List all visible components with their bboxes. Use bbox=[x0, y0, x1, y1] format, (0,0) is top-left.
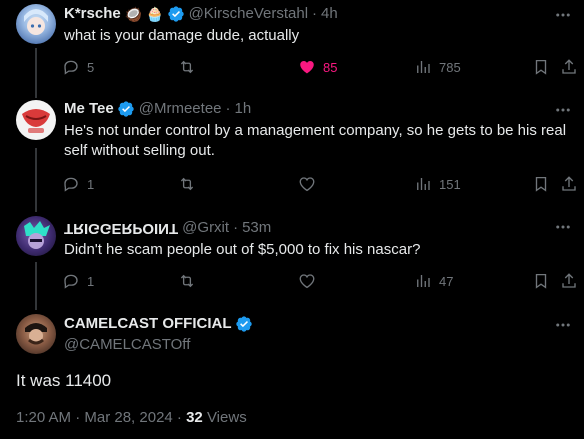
reply-count: 1 bbox=[87, 176, 95, 192]
like-button[interactable] bbox=[298, 175, 323, 193]
timestamp[interactable]: 4h bbox=[321, 4, 338, 24]
more-options-icon[interactable] bbox=[554, 218, 572, 236]
display-name[interactable]: Me Tee bbox=[64, 99, 114, 119]
verified-badge-icon bbox=[118, 101, 134, 117]
more-options-icon[interactable] bbox=[554, 6, 572, 24]
user-handle[interactable]: @KirscheVerstahl bbox=[189, 4, 308, 24]
retweet-button[interactable] bbox=[178, 272, 203, 290]
thread-line bbox=[35, 148, 37, 212]
heart-icon bbox=[299, 274, 315, 289]
bookmark-icon[interactable] bbox=[532, 58, 550, 76]
retweet-button[interactable] bbox=[178, 58, 203, 76]
display-name[interactable]: K*rsche bbox=[64, 4, 121, 24]
verified-badge-icon bbox=[167, 6, 184, 22]
display-name[interactable]: TRIGGERPOINT bbox=[64, 218, 178, 238]
reply-button[interactable]: 1 bbox=[62, 175, 94, 193]
thread-line bbox=[35, 48, 37, 98]
reply-count: 1 bbox=[87, 273, 95, 289]
share-icon[interactable] bbox=[560, 175, 578, 193]
avatar[interactable] bbox=[16, 314, 56, 354]
bookmark-icon[interactable] bbox=[532, 175, 550, 193]
retweet-icon bbox=[180, 177, 194, 191]
view-count: 32 bbox=[186, 409, 203, 426]
like-button[interactable]: 85 bbox=[298, 58, 337, 76]
like-button[interactable] bbox=[298, 272, 323, 290]
heart-filled-icon bbox=[300, 61, 314, 74]
verified-badge-icon bbox=[236, 316, 253, 332]
user-handle[interactable]: @Grxit bbox=[182, 218, 229, 238]
views-icon bbox=[417, 61, 430, 73]
avatar[interactable] bbox=[16, 100, 56, 140]
more-options-icon[interactable] bbox=[554, 101, 572, 119]
action-bar: 1 47 bbox=[62, 272, 578, 292]
heart-icon bbox=[299, 177, 315, 192]
views-icon bbox=[417, 275, 430, 287]
reply-icon bbox=[64, 177, 78, 192]
separator: · bbox=[233, 219, 239, 236]
more-options-icon[interactable] bbox=[554, 316, 572, 334]
reply-button[interactable]: 1 bbox=[62, 272, 94, 290]
views-label: Views bbox=[202, 409, 247, 426]
thread-line bbox=[35, 262, 37, 310]
reply-text: He's not under control by a management c… bbox=[64, 122, 567, 159]
retweet-icon bbox=[180, 60, 194, 74]
user-handle[interactable]: @CAMELCASTOff bbox=[64, 335, 190, 355]
reply-text: Didn't he scam people out of $5,000 to f… bbox=[64, 241, 421, 258]
views-button[interactable]: 151 bbox=[414, 175, 461, 193]
user-handle[interactable]: @Mrmeetee bbox=[139, 99, 222, 119]
timestamp[interactable]: 1h bbox=[235, 99, 252, 119]
retweet-button[interactable] bbox=[178, 175, 203, 193]
avatar[interactable] bbox=[16, 216, 56, 256]
retweet-icon bbox=[180, 274, 194, 288]
reply-text: what is your damage dude, actually bbox=[64, 27, 300, 44]
action-bar: 1 151 bbox=[62, 175, 578, 195]
action-bar: 5 85 785 bbox=[62, 58, 578, 78]
view-count: 151 bbox=[439, 176, 461, 192]
view-count: 785 bbox=[439, 59, 461, 75]
avatar[interactable] bbox=[16, 4, 56, 44]
share-icon[interactable] bbox=[560, 58, 578, 76]
post-text: It was 11400 bbox=[16, 371, 112, 390]
separator: · bbox=[225, 100, 231, 117]
reply-count: 5 bbox=[87, 59, 95, 75]
share-icon[interactable] bbox=[560, 272, 578, 290]
timestamp[interactable]: 53m bbox=[242, 218, 271, 238]
reply-icon bbox=[64, 274, 78, 289]
post-meta: 1:20 AM · Mar 28, 2024 · 32 Views bbox=[16, 408, 247, 428]
bookmark-icon[interactable] bbox=[532, 272, 550, 290]
separator: · bbox=[312, 5, 318, 22]
views-button[interactable]: 785 bbox=[414, 58, 461, 76]
like-count: 85 bbox=[323, 59, 338, 75]
post-timestamp[interactable]: 1:20 AM · Mar 28, 2024 · bbox=[16, 409, 186, 426]
coconut-emoji: 🥥 bbox=[124, 6, 143, 22]
reply-button[interactable]: 5 bbox=[62, 58, 94, 76]
cupcake-emoji: 🧁 bbox=[146, 6, 164, 22]
views-icon bbox=[417, 178, 430, 190]
views-button[interactable]: 47 bbox=[414, 272, 453, 290]
display-name[interactable]: CAMELCAST OFFICIAL bbox=[64, 314, 231, 334]
view-count: 47 bbox=[439, 273, 454, 289]
reply-icon bbox=[64, 60, 78, 75]
